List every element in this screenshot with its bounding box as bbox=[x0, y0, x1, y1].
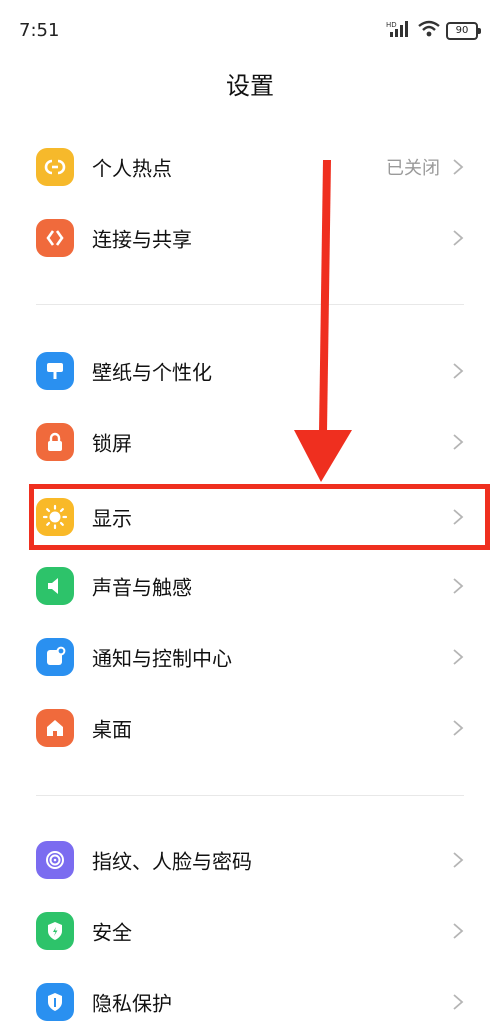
red-arrow-icon bbox=[294, 160, 352, 482]
